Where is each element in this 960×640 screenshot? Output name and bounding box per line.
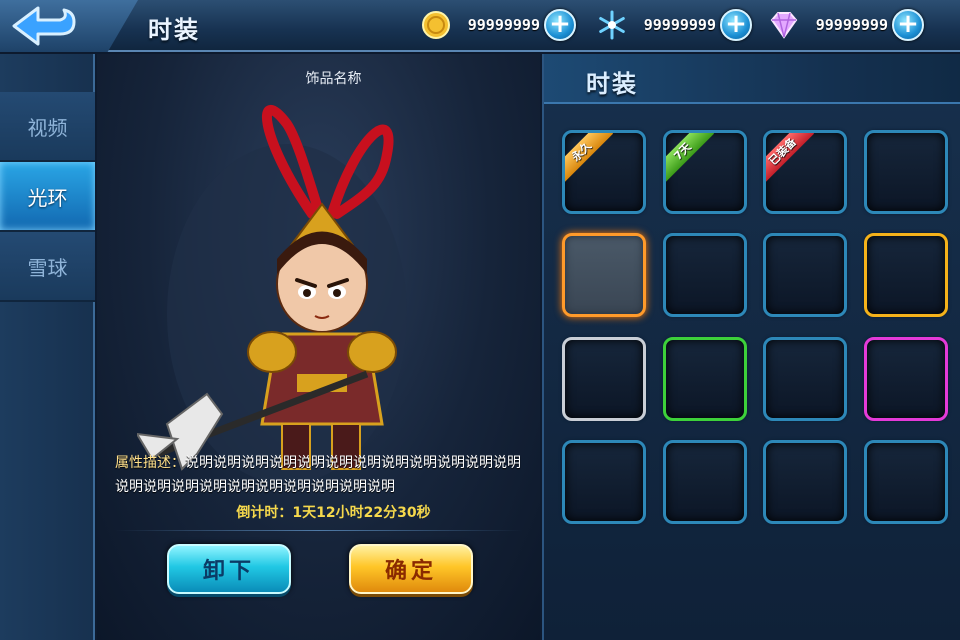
top-bar: 时装 99999999 + 99999999 + 99999999 +	[0, 0, 960, 52]
snowflake-currency: 99999999 +	[596, 7, 752, 43]
diamond-currency: 99999999 +	[768, 7, 924, 43]
item-name: 饰品名称	[305, 71, 362, 87]
description-label: 属性描述：	[115, 455, 185, 471]
panel-title: 时装	[586, 70, 638, 98]
gold-currency: 99999999 +	[420, 7, 576, 43]
costume-slot[interactable]	[663, 337, 747, 421]
unequip-button[interactable]: 卸下	[167, 544, 291, 594]
category-sidebar: 视频 光环 雪球	[0, 54, 95, 640]
attribute-description: 属性描述：说明说明说明说明说明说明说明说明说明说明说明说明说明说明说明说明说明说…	[115, 451, 525, 499]
add-snowflake-button[interactable]: +	[720, 9, 752, 41]
back-arrow-icon[interactable]	[8, 4, 80, 48]
costume-slot[interactable]: 已装备	[763, 130, 847, 214]
character-model-icon	[137, 105, 407, 484]
costume-slot[interactable]	[864, 440, 948, 524]
gold-amount: 99999999	[467, 16, 540, 34]
costume-slot[interactable]	[763, 440, 847, 524]
costume-slot[interactable]	[663, 440, 747, 524]
countdown-label: 倒计时：	[236, 505, 293, 521]
slot-tag: 7天	[666, 133, 715, 184]
diamond-amount: 99999999	[815, 16, 888, 34]
costume-panel: 时装 永久 7天 已装备	[542, 54, 960, 640]
costume-slot[interactable]	[864, 337, 948, 421]
costume-slot[interactable]	[763, 233, 847, 317]
panel-header: 时装	[544, 54, 960, 104]
slot-tag: 永久	[565, 133, 614, 184]
costume-slot[interactable]	[663, 233, 747, 317]
confirm-button[interactable]: 确定	[349, 544, 473, 594]
add-gold-button[interactable]: +	[544, 9, 576, 41]
costume-slot[interactable]	[562, 440, 646, 524]
diamond-icon	[768, 9, 800, 41]
tab-snowball[interactable]: 雪球	[0, 232, 95, 302]
tab-halo[interactable]: 光环	[0, 162, 95, 232]
snowflake-amount: 99999999	[643, 16, 716, 34]
costume-slot[interactable]	[763, 337, 847, 421]
costume-slot[interactable]	[864, 130, 948, 214]
costume-slot[interactable]	[562, 233, 646, 317]
costume-slot[interactable]	[864, 233, 948, 317]
countdown-value: 1天12小时22分30秒	[292, 505, 431, 521]
snowflake-icon	[596, 9, 628, 41]
costume-slot[interactable]: 7天	[663, 130, 747, 214]
countdown: 倒计时：1天12小时22分30秒	[97, 502, 540, 522]
costume-slot[interactable]: 永久	[562, 130, 646, 214]
page-title: 时装	[148, 16, 200, 44]
slot-tag: 已装备	[766, 133, 815, 184]
costume-slot[interactable]	[562, 337, 646, 421]
character-preview: 饰品名称 属性描述：说明说明说明说明说明说明说明说明说明说明说明说明说明说明说明	[97, 54, 540, 640]
add-diamond-button[interactable]: +	[892, 9, 924, 41]
divider	[115, 530, 523, 531]
gold-coin-icon	[420, 9, 452, 41]
tab-video[interactable]: 视频	[0, 92, 95, 162]
